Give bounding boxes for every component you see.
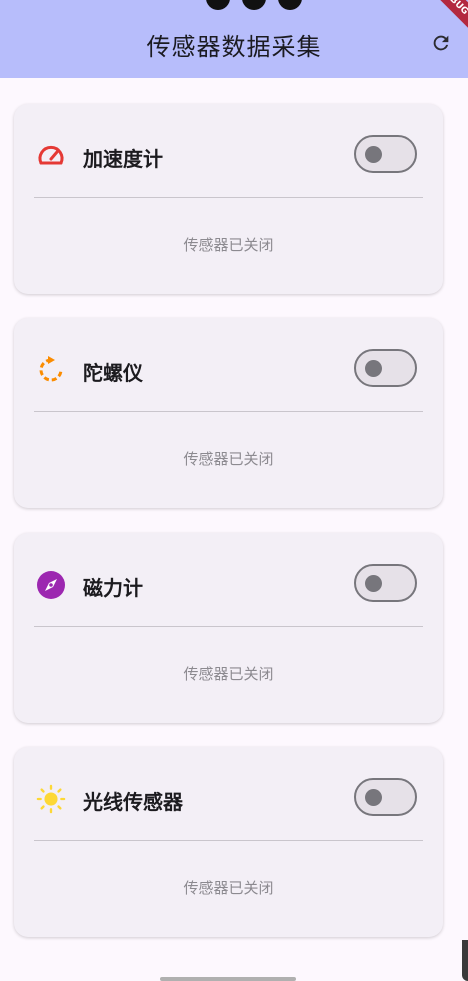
screen: 传感器数据采集 DEBUG 加速度计 传感器已关闭 陀螺仪 传感器已关闭 磁力计…: [0, 0, 468, 981]
page-title: 传感器数据采集: [146, 33, 322, 61]
divider: [34, 626, 423, 627]
card-header: 加速度计: [14, 104, 443, 200]
sensor-card-magnetometer: 磁力计 传感器已关闭: [14, 533, 443, 723]
card-header: 光线传感器: [14, 747, 443, 843]
sensor-toggle[interactable]: [354, 778, 417, 816]
camera-cutout: [206, 0, 302, 10]
toggle-knob: [365, 146, 382, 163]
home-indicator[interactable]: [160, 977, 296, 981]
sensor-status: 传感器已关闭: [183, 450, 274, 468]
sensor-name: 磁力计: [83, 576, 143, 600]
sensor-toggle[interactable]: [354, 564, 417, 602]
divider: [34, 411, 423, 412]
refresh-icon: [433, 35, 449, 51]
sensor-card-gyroscope: 陀螺仪 传感器已关闭: [14, 318, 443, 508]
sensor-toggle[interactable]: [354, 135, 417, 173]
sun-icon: [36, 784, 66, 814]
card-header: 陀螺仪: [14, 318, 443, 414]
sensor-name: 陀螺仪: [83, 361, 143, 385]
divider: [34, 197, 423, 198]
toggle-knob: [365, 789, 382, 806]
sensor-card-accelerometer: 加速度计 传感器已关闭: [14, 104, 443, 294]
sensor-status: 传感器已关闭: [183, 236, 274, 254]
app-bar: 传感器数据采集 DEBUG: [0, 0, 468, 78]
compass-icon: [36, 570, 66, 600]
toggle-knob: [365, 575, 382, 592]
sensor-status: 传感器已关闭: [183, 879, 274, 897]
sensor-status: 传感器已关闭: [183, 665, 274, 683]
sensor-toggle[interactable]: [354, 349, 417, 387]
sensor-name: 加速度计: [83, 147, 163, 171]
sensor-name: 光线传感器: [83, 790, 183, 814]
sensor-card-light: 光线传感器 传感器已关闭: [14, 747, 443, 937]
device-edge: [462, 940, 468, 981]
divider: [34, 840, 423, 841]
toggle-knob: [365, 360, 382, 377]
speedometer-icon: [36, 141, 66, 171]
card-header: 磁力计: [14, 533, 443, 629]
refresh-button[interactable]: [428, 30, 454, 56]
rotate-icon: [36, 355, 66, 385]
